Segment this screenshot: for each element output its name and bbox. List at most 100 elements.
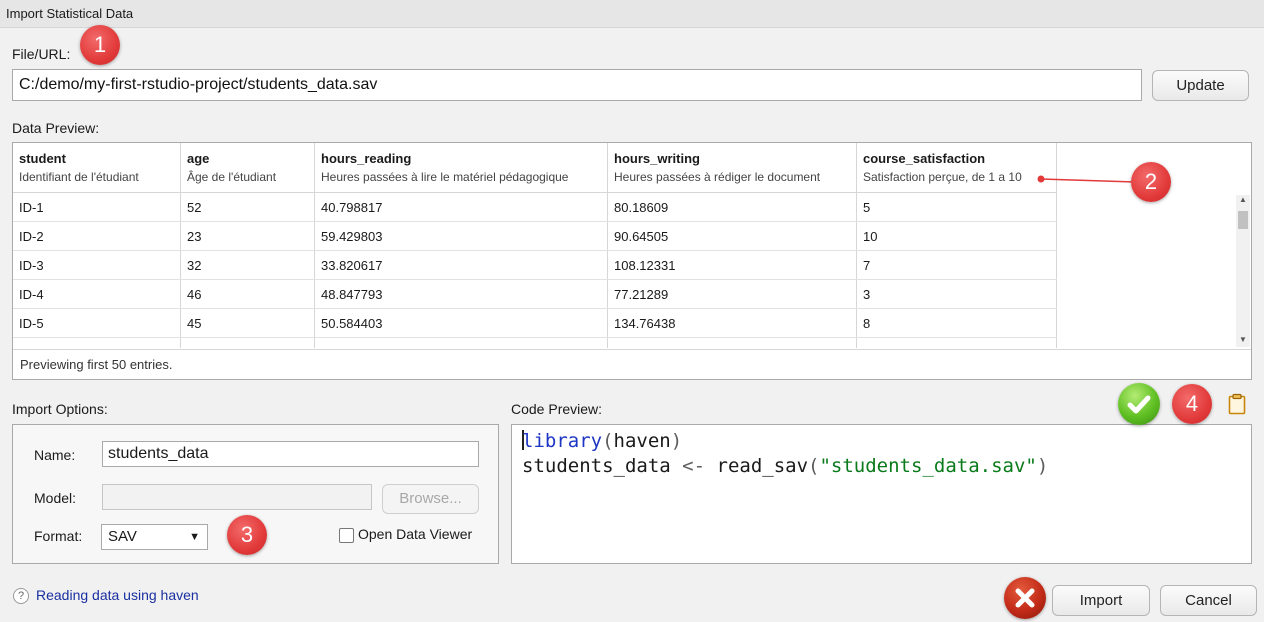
table-cell: 80.18609 bbox=[608, 193, 857, 221]
clipboard-icon[interactable] bbox=[1227, 393, 1247, 415]
column-name: course_satisfaction bbox=[863, 151, 986, 166]
table-cell: 134.76438 bbox=[608, 309, 857, 337]
annotation-badge-2: 2 bbox=[1131, 162, 1171, 202]
column-label: Heures passées à lire le matériel pédago… bbox=[321, 170, 569, 184]
table-cell bbox=[181, 338, 315, 348]
code-line-2: students_data <- read_sav("students_data… bbox=[522, 454, 1241, 479]
column-header-hours-reading[interactable]: hours_reading Heures passées à lire le m… bbox=[315, 143, 608, 192]
table-cell: 45 bbox=[181, 309, 315, 337]
table-cell: 3 bbox=[857, 280, 1057, 308]
column-label: Heures passées à rédiger le document bbox=[614, 170, 821, 184]
data-preview-label: Data Preview: bbox=[12, 120, 100, 136]
table-cell: 50.584403 bbox=[315, 309, 608, 337]
name-label: Name: bbox=[34, 447, 76, 463]
file-url-input[interactable]: C:/demo/my-first-rstudio-project/student… bbox=[12, 69, 1142, 101]
import-button[interactable]: Import bbox=[1052, 585, 1150, 616]
import-options-label: Import Options: bbox=[12, 401, 108, 417]
table-cell: 52 bbox=[181, 193, 315, 221]
table-cell: 90.64505 bbox=[608, 222, 857, 250]
open-data-viewer-checkbox[interactable] bbox=[339, 528, 354, 543]
table-cell: ID-2 bbox=[13, 222, 181, 250]
code-paren: ) bbox=[1036, 455, 1049, 477]
scroll-up-arrow-icon[interactable]: ▲ bbox=[1236, 195, 1250, 204]
table-cell: 32 bbox=[181, 251, 315, 279]
table-row: ID-4 46 48.847793 77.21289 3 bbox=[13, 280, 1057, 309]
table-cell: 8 bbox=[857, 309, 1057, 337]
annotation-leader-line bbox=[1037, 175, 1136, 183]
code-preview-label: Code Preview: bbox=[511, 401, 603, 417]
help-icon[interactable]: ? bbox=[13, 588, 29, 604]
table-cell: 33.820617 bbox=[315, 251, 608, 279]
grid-vertical-scrollbar[interactable]: ▲ ▼ bbox=[1236, 195, 1250, 347]
column-name: hours_reading bbox=[321, 151, 412, 166]
table-cell: 77.21289 bbox=[608, 280, 857, 308]
table-cell: 7 bbox=[857, 251, 1057, 279]
column-name: student bbox=[19, 151, 66, 166]
code-function: library bbox=[522, 430, 603, 452]
table-cell bbox=[315, 338, 608, 348]
column-label: Satisfaction perçue, de 1 a 10 bbox=[863, 170, 1022, 184]
code-assign: <- bbox=[682, 455, 706, 477]
table-cell: 59.429803 bbox=[315, 222, 608, 250]
column-header-course-satisfaction[interactable]: course_satisfaction Satisfaction perçue,… bbox=[857, 143, 1057, 192]
update-button[interactable]: Update bbox=[1152, 70, 1249, 101]
help-link[interactable]: Reading data using haven bbox=[36, 587, 199, 603]
column-name: age bbox=[187, 151, 210, 166]
table-cell: 23 bbox=[181, 222, 315, 250]
column-header-age[interactable]: age Âge de l'étudiant bbox=[181, 143, 315, 192]
file-url-label: File/URL: bbox=[12, 46, 71, 62]
table-cell: 40.798817 bbox=[315, 193, 608, 221]
table-cell bbox=[608, 338, 857, 348]
table-cell: 108.12331 bbox=[608, 251, 857, 279]
table-cell: ID-5 bbox=[13, 309, 181, 337]
table-cell: 5 bbox=[857, 193, 1057, 221]
scroll-down-arrow-icon[interactable]: ▼ bbox=[1236, 335, 1250, 344]
checkmark-icon bbox=[1118, 383, 1160, 425]
table-cell bbox=[13, 338, 181, 348]
code-preview-editor[interactable]: library(haven) students_data <- read_sav(… bbox=[511, 424, 1252, 564]
annotation-badge-4: 4 bbox=[1172, 384, 1212, 424]
model-input[interactable] bbox=[102, 484, 372, 510]
table-cell: ID-3 bbox=[13, 251, 181, 279]
model-label: Model: bbox=[34, 490, 77, 506]
code-variable: students_data bbox=[522, 455, 671, 477]
code-paren: ( bbox=[602, 430, 614, 452]
table-row: ID-1 52 40.798817 80.18609 5 bbox=[13, 193, 1057, 222]
code-arg: haven bbox=[613, 430, 671, 452]
grid-header: student Identifiant de l'étudiant age Âg… bbox=[13, 143, 1057, 193]
annotation-badge-3: 3 bbox=[227, 515, 267, 555]
table-row: ID-2 23 59.429803 90.64505 10 bbox=[13, 222, 1057, 251]
table-cell bbox=[857, 338, 1057, 348]
format-label: Format: bbox=[34, 528, 83, 544]
column-header-hours-writing[interactable]: hours_writing Heures passées à rédiger l… bbox=[608, 143, 857, 192]
open-data-viewer-label[interactable]: Open Data Viewer bbox=[358, 526, 472, 542]
column-label: Identifiant de l'étudiant bbox=[19, 170, 139, 184]
table-row: ID-3 32 33.820617 108.12331 7 bbox=[13, 251, 1057, 280]
column-name: hours_writing bbox=[614, 151, 700, 166]
code-paren: ) bbox=[670, 430, 683, 452]
scrollbar-thumb[interactable] bbox=[1238, 211, 1248, 229]
window-title: Import Statistical Data bbox=[0, 0, 1264, 28]
cancel-button[interactable]: Cancel bbox=[1160, 585, 1257, 616]
code-paren: ( bbox=[808, 455, 820, 477]
table-cell: 46 bbox=[181, 280, 315, 308]
code-line-1: library(haven) bbox=[522, 429, 1241, 454]
format-selected-value: SAV bbox=[108, 528, 137, 545]
preview-footer: Previewing first 50 entries. bbox=[13, 349, 1251, 379]
table-cell: 10 bbox=[857, 222, 1057, 250]
table-row: ID-5 45 50.584403 134.76438 8 bbox=[13, 309, 1057, 338]
format-select[interactable]: SAV ▼ bbox=[101, 524, 208, 550]
table-row-partial bbox=[13, 338, 1057, 348]
table-cell: 48.847793 bbox=[315, 280, 608, 308]
table-cell: ID-1 bbox=[13, 193, 181, 221]
column-label: Âge de l'étudiant bbox=[187, 170, 277, 184]
annotation-badge-1: 1 bbox=[80, 25, 120, 65]
browse-button[interactable]: Browse... bbox=[382, 484, 479, 514]
name-input[interactable]: students_data bbox=[102, 441, 479, 467]
dropdown-arrow-icon: ▼ bbox=[189, 531, 200, 543]
code-function: read_sav bbox=[716, 455, 809, 477]
close-x-icon bbox=[1004, 577, 1046, 619]
code-string: "students_data.sav" bbox=[819, 455, 1037, 477]
column-header-student[interactable]: student Identifiant de l'étudiant bbox=[13, 143, 181, 192]
table-cell: ID-4 bbox=[13, 280, 181, 308]
